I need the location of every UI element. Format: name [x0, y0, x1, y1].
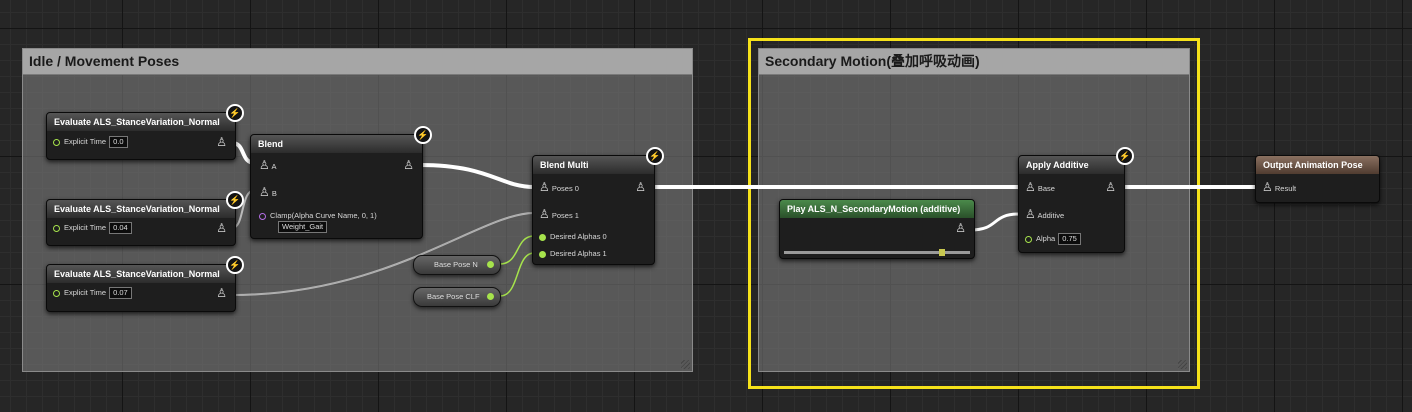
node-title: Evaluate ALS_StanceVariation_Normal [47, 265, 235, 283]
pose-output-icon[interactable]: ♙ [403, 159, 414, 171]
fast-path-icon: ⚡ [1116, 147, 1134, 165]
pin-label: Additive [1037, 211, 1065, 220]
output-animation-pose-node[interactable]: Output Animation Pose ♙ Result [1255, 155, 1380, 203]
alpha-pin[interactable]: Alpha 0.75 [1025, 233, 1081, 246]
blend-node[interactable]: Blend ♙ A ♙ B Clamp(Alpha Curve Name, 0,… [250, 134, 423, 239]
pin-label: Poses 0 [551, 184, 579, 193]
explicit-time-pin[interactable]: Explicit Time 0.07 [53, 287, 132, 300]
float-pin-icon[interactable] [53, 138, 60, 146]
variable-label: Base Pose CLF [427, 292, 480, 301]
desired-alphas-0-pin[interactable]: Desired Alphas 0 [539, 231, 607, 243]
pose-pin-icon[interactable]: ♙ [259, 185, 270, 199]
desired-alphas-1-pin[interactable]: Desired Alphas 1 [539, 248, 607, 260]
pose-pin-icon[interactable]: ♙ [539, 180, 550, 194]
playback-scrubber[interactable] [939, 249, 945, 256]
fast-path-icon: ⚡ [414, 126, 432, 144]
evaluate-node-1[interactable]: Evaluate ALS_StanceVariation_Normal Expl… [46, 112, 236, 160]
pose-pin-icon[interactable]: ♙ [539, 207, 550, 221]
evaluate-node-3[interactable]: Evaluate ALS_StanceVariation_Normal Expl… [46, 264, 236, 312]
pose-output-icon[interactable]: ♙ [216, 136, 227, 148]
pose-output-icon[interactable]: ♙ [955, 222, 966, 234]
explicit-time-input[interactable]: 0.04 [109, 222, 132, 235]
pin-label: Explicit Time [64, 288, 107, 297]
float-pin-icon[interactable] [539, 250, 546, 258]
float-pin-icon[interactable] [539, 233, 546, 241]
pose-wire-play-apply [969, 212, 1021, 232]
float-wire-clf [499, 252, 535, 297]
blend-multi-node[interactable]: Blend Multi ♙ Poses 0 ♙ Poses 1 Desired … [532, 155, 655, 265]
fast-path-icon: ⚡ [226, 104, 244, 122]
explicit-time-pin[interactable]: Explicit Time 0.0 [53, 136, 128, 149]
explicit-time-pin[interactable]: Explicit Time 0.04 [53, 222, 132, 235]
node-title: Blend Multi [533, 156, 654, 174]
explicit-time-input[interactable]: 0.07 [109, 287, 132, 300]
pose-pin-icon[interactable]: ♙ [259, 158, 270, 172]
poses-0-pin[interactable]: ♙ Poses 0 [539, 181, 579, 195]
fast-path-icon: ⚡ [646, 147, 664, 165]
float-pin-icon[interactable] [53, 289, 60, 297]
pose-output-icon[interactable]: ♙ [216, 222, 227, 234]
alpha-input[interactable]: 0.75 [1058, 233, 1081, 246]
pin-label: Clamp(Alpha Curve Name, 0, 1) [270, 211, 377, 220]
node-title: Play ALS_N_SecondaryMotion (additive) [780, 200, 974, 218]
base-pin[interactable]: ♙ Base [1025, 181, 1055, 195]
pose-output-icon[interactable]: ♙ [1105, 181, 1116, 193]
pin-label: Explicit Time [64, 223, 107, 232]
pose-pin-icon[interactable]: ♙ [1262, 180, 1273, 194]
base-pose-clf-variable[interactable]: Base Pose CLF [413, 287, 501, 307]
float-pin-icon[interactable] [487, 293, 494, 300]
pose-pin-icon[interactable]: ♙ [1025, 180, 1036, 194]
float-pin-icon[interactable] [53, 224, 60, 232]
pin-label: Explicit Time [64, 137, 107, 146]
variable-label: Base Pose N [434, 260, 478, 269]
pin-label: B [271, 189, 277, 198]
pin-b[interactable]: ♙ B [259, 186, 277, 200]
fast-path-icon: ⚡ [226, 256, 244, 274]
node-title: Blend [251, 135, 422, 153]
pin-label: Desired Alphas 1 [550, 249, 607, 258]
pin-label: Result [1274, 184, 1297, 193]
additive-pin[interactable]: ♙ Additive [1025, 208, 1064, 222]
apply-additive-node[interactable]: Apply Additive ♙ Base ♙ Additive Alpha 0.… [1018, 155, 1125, 253]
result-pin[interactable]: ♙ Result [1262, 181, 1296, 195]
curve-name-input[interactable]: Weight_Gait [278, 221, 328, 234]
curve-name-field[interactable]: Weight_Gait [275, 221, 328, 234]
pin-label: Desired Alphas 0 [550, 232, 607, 241]
float-wire-n [499, 235, 535, 265]
poses-1-pin[interactable]: ♙ Poses 1 [539, 208, 579, 222]
node-title: Output Animation Pose [1256, 156, 1379, 174]
float-pin-icon[interactable] [1025, 235, 1032, 243]
float-pin-icon[interactable] [487, 261, 494, 268]
pose-output-icon[interactable]: ♙ [216, 287, 227, 299]
pin-a[interactable]: ♙ A [259, 159, 276, 173]
pin-label: A [271, 162, 277, 171]
pin-label: Alpha [1036, 234, 1056, 243]
node-title: Apply Additive [1019, 156, 1124, 174]
pin-label: Base [1037, 184, 1055, 193]
fast-path-icon: ⚡ [226, 191, 244, 209]
pin-label: Poses 1 [551, 211, 579, 220]
explicit-time-input[interactable]: 0.0 [109, 136, 128, 149]
pose-wire-blend-blendmulti [419, 163, 535, 189]
base-pose-n-variable[interactable]: Base Pose N [413, 255, 501, 275]
node-title: Evaluate ALS_StanceVariation_Normal [47, 113, 235, 131]
node-title: Evaluate ALS_StanceVariation_Normal [47, 200, 235, 218]
name-pin-icon[interactable] [259, 212, 266, 220]
pose-output-icon[interactable]: ♙ [635, 181, 646, 193]
play-secondary-motion-node[interactable]: Play ALS_N_SecondaryMotion (additive) ♙ [779, 199, 975, 259]
pose-pin-icon[interactable]: ♙ [1025, 207, 1036, 221]
evaluate-node-2[interactable]: Evaluate ALS_StanceVariation_Normal Expl… [46, 199, 236, 246]
